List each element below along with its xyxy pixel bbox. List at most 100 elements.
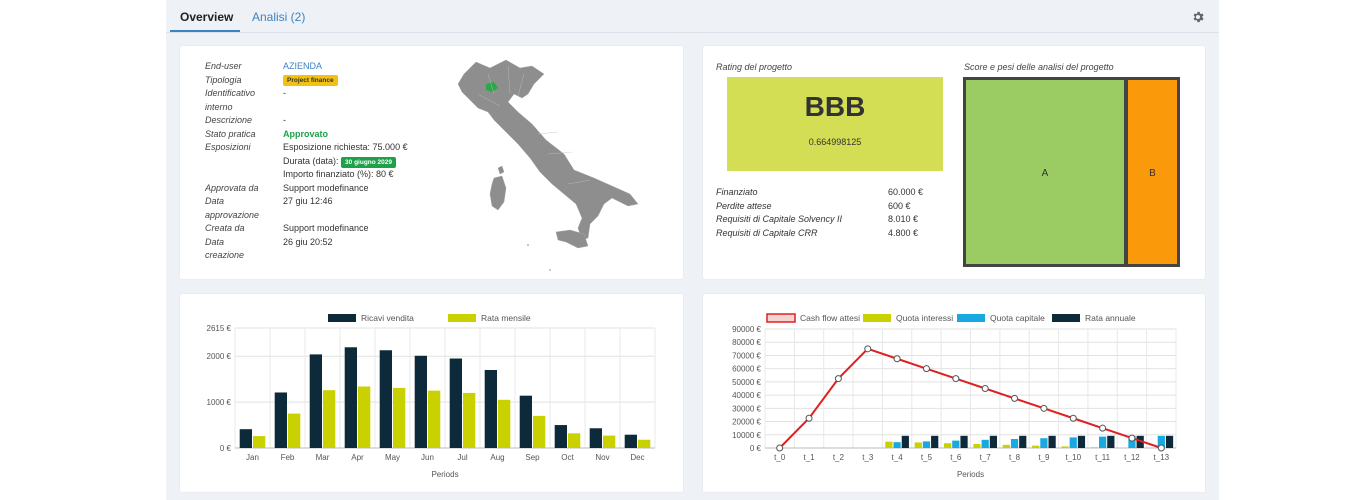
- data-approvazione-label: Data: [205, 196, 225, 206]
- x-tick-label: Jan: [246, 453, 259, 462]
- bar-quota-capitale-t-9: [1040, 438, 1048, 448]
- rating-grade: BBB: [804, 91, 866, 122]
- identificativo-value: -: [283, 88, 286, 98]
- x-tick-label: Mar: [316, 453, 330, 462]
- crr-label: Requisiti di Capitale CRR: [716, 227, 818, 238]
- point-cash-flow-attesi-t-2: [834, 375, 842, 383]
- point-cash-flow-attesi-t-8: [1011, 394, 1019, 402]
- tipologia-label: Tipologia: [205, 74, 242, 85]
- legend-swatch-quota-interessi: [863, 314, 891, 322]
- x-tick-label: t_6: [950, 453, 962, 462]
- y-tick-label: 0 €: [220, 444, 232, 453]
- y-tick-label: 40000 €: [732, 391, 761, 400]
- bar-ricavi-vendita-feb: [274, 392, 287, 448]
- point-cash-flow-attesi-t-11: [1099, 424, 1107, 432]
- x-tick-label: t_4: [892, 453, 904, 462]
- tipologia-badge: Project finance: [283, 75, 338, 86]
- tab-analisi[interactable]: Analisi (2): [252, 10, 305, 24]
- bar-quota-capitale-t-7: [981, 439, 989, 448]
- bar-rata-mensile-nov: [603, 435, 616, 448]
- y-tick-label: 70000 €: [732, 351, 761, 360]
- bar-quota-interessi-t-11: [1090, 447, 1098, 448]
- crr-value: 4.800 €: [888, 227, 919, 238]
- stato-pratica-label: Stato pratica: [205, 128, 256, 139]
- bar-quota-capitale-t-5: [922, 441, 931, 448]
- solvency-value: 8.010 €: [888, 214, 919, 224]
- bar-rata-mensile-dec: [638, 439, 651, 448]
- bar-rata-annuale-t-10: [1077, 435, 1086, 448]
- bar-ricavi-vendita-sep: [519, 395, 532, 448]
- durata-badge: 30 giugno 2029: [341, 156, 397, 168]
- legend-swatch-rata-annuale: [1052, 314, 1080, 322]
- bar-rata-mensile-feb: [288, 413, 301, 448]
- rating-score: 0.664998125: [808, 137, 862, 147]
- point-cash-flow-attesi-t-7: [981, 385, 989, 392]
- point-cash-flow-attesi-t-5: [922, 365, 930, 373]
- x-tick-label: t_13: [1154, 453, 1170, 462]
- score-block-b[interactable]: B: [1128, 80, 1177, 264]
- tab-overview[interactable]: Overview: [180, 10, 233, 24]
- cashflow-chart: Cash flow attesi Quota interessi Quota cap…: [732, 313, 1177, 479]
- durata-row: Durata (data): 30 giugno 2029: [283, 155, 397, 169]
- bar-rata-mensile-jun: [428, 390, 441, 448]
- x-tick-label: May: [385, 453, 400, 462]
- x-tick-label: Dec: [630, 453, 644, 462]
- y-tick-label: 20000 €: [732, 418, 761, 427]
- x-tick-label: Feb: [281, 453, 295, 462]
- finanziato-value: 60.000 €: [888, 187, 924, 197]
- app-container: Overview Analisi (2) End-user AZIENDA Ti…: [166, 0, 1219, 500]
- y-tick-label: 10000 €: [732, 431, 761, 440]
- project-info-card: End-user AZIENDA Tipologia Project finan…: [180, 46, 683, 279]
- bar-rata-annuale-t-5: [931, 435, 939, 448]
- bar-rata-annuale-t-9: [1048, 435, 1056, 448]
- durata-label: Durata (data):: [283, 155, 339, 166]
- point-cash-flow-attesi-t-9: [1040, 404, 1048, 412]
- legend-label-ricavi-vendita: Ricavi vendita: [361, 313, 414, 323]
- data-creazione-value: 26 giu 20:52: [283, 236, 333, 247]
- x-tick-label: Oct: [561, 453, 574, 462]
- y-tick-label: 30000 €: [732, 404, 761, 413]
- x-tick-label: Nov: [595, 453, 609, 462]
- bar-ricavi-vendita-jan: [239, 429, 252, 448]
- perdite-attese-label: Perdite attese: [716, 200, 772, 211]
- y-tick-label: 90000 €: [732, 325, 761, 334]
- y-tick-label: 2000 €: [207, 352, 232, 361]
- bar-quota-interessi-t-4: [885, 441, 893, 448]
- bar-rata-annuale-t-11: [1107, 435, 1115, 448]
- perdite-attese-value: 600 €: [888, 200, 911, 211]
- active-tab-indicator: [170, 30, 240, 32]
- bar-rata-mensile-mar: [323, 390, 336, 448]
- bar-ricavi-vendita-nov: [589, 428, 602, 448]
- legend-swatch-cash-flow-attesi: [766, 313, 796, 323]
- finanziato-label: Finanziato: [716, 187, 758, 197]
- rating-title: Rating del progetto: [716, 62, 793, 72]
- bar-rata-mensile-jan: [253, 436, 266, 448]
- x-tick-label: t_11: [1095, 453, 1111, 462]
- monthly-chart-card: Ricavi vendita Rata mensile 2615 € 2000 € 10…: [180, 294, 683, 492]
- creata-da-label: Creata da: [205, 223, 245, 233]
- score-block-a[interactable]: A: [966, 80, 1124, 264]
- legend-swatch-quota-capitale: [957, 314, 985, 322]
- y-tick-label: 1000 €: [207, 398, 232, 407]
- x-tick-label: Apr: [351, 453, 364, 462]
- esposizioni-label: Esposizioni: [205, 142, 251, 152]
- bar-ricavi-vendita-aug: [484, 369, 497, 448]
- bar-quota-interessi-t-9: [1032, 445, 1040, 448]
- x-tick-label: Sep: [525, 453, 540, 462]
- bar-rata-annuale-t-6: [960, 435, 968, 448]
- legend-label-quota-interessi: Quota interessi: [896, 313, 953, 323]
- point-cash-flow-attesi-t-6: [952, 375, 960, 383]
- score-label-a: A: [1041, 168, 1049, 179]
- bar-quota-interessi-t-8: [1002, 444, 1010, 448]
- gear-icon[interactable]: [1191, 10, 1205, 24]
- point-cash-flow-attesi-t-4: [893, 355, 901, 363]
- identificativo-label: Identificativo: [205, 88, 256, 98]
- bar-quota-capitale-t-4: [893, 442, 901, 448]
- bar-ricavi-vendita-may: [379, 350, 392, 448]
- end-user-link[interactable]: AZIENDA: [283, 60, 322, 74]
- x-tick-label: t_12: [1124, 453, 1140, 462]
- cashflow-chart-card: Cash flow attesi Quota interessi Quota cap…: [703, 294, 1205, 492]
- x-tick-label: t_0: [774, 453, 786, 462]
- point-cash-flow-attesi-t-12: [1128, 434, 1136, 442]
- legend-label-rata-mensile: Rata mensile: [481, 313, 531, 323]
